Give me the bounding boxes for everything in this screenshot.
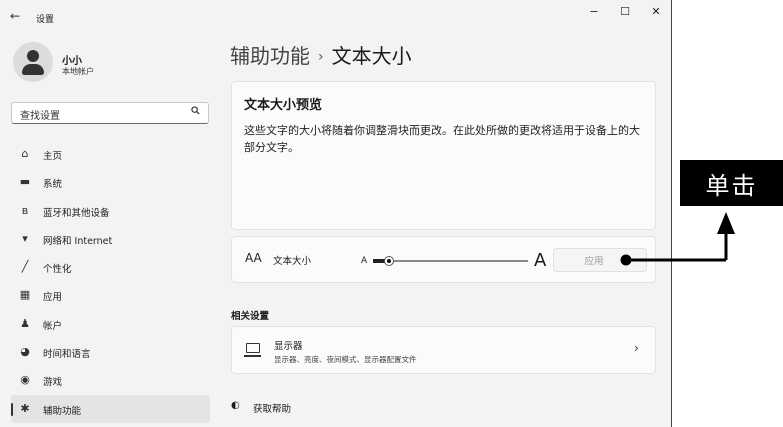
home-icon: ⌂ [21, 147, 29, 160]
settings-window: ← 设置 − ☐ ✕ 小小 本地帐户 查找设置 ⌂ 主页 ▬ 系统 ʙ 蓝牙和其… [0, 0, 672, 427]
monitor-icon: ▬ [19, 175, 31, 189]
apply-button[interactable]: 应用 [553, 248, 647, 272]
sidebar-nav: ⌂ 主页 ▬ 系统 ʙ 蓝牙和其他设备 ▾ 网络和 Internet ╱ 个性化… [11, 140, 210, 423]
small-a-label: A [361, 256, 368, 266]
text-size-label: 文本大小 [273, 256, 312, 267]
accessibility-icon: ✱ [20, 401, 30, 415]
sidebar-item-label: 时间和语言 [43, 349, 91, 361]
app-title: 设置 [36, 15, 55, 25]
preview-heading: 文本大小预览 [244, 98, 323, 113]
sidebar-item-accessibility[interactable]: ✱ 辅助功能 [11, 394, 210, 423]
display-subtitle: 显示器、亮度、夜间模式、显示器配置文件 [274, 355, 417, 364]
breadcrumb: 辅助功能 › 文本大小 [230, 40, 412, 69]
arrow-head-icon [717, 212, 735, 234]
sidebar-item-time-language[interactable]: ◕ 时间和语言 [11, 338, 210, 366]
sidebar-item-label: 蓝牙和其他设备 [43, 207, 110, 219]
apply-button-label: 应用 [584, 256, 604, 267]
sidebar-item-label: 游戏 [43, 377, 63, 389]
sidebar-item-label: 网络和 Internet [43, 235, 113, 247]
gamepad-icon: ◉ [20, 373, 30, 387]
text-size-slider-thumb[interactable] [383, 256, 394, 266]
sidebar-item-network[interactable]: ▾ 网络和 Internet [11, 225, 210, 253]
minimize-button[interactable]: − [582, 5, 606, 18]
get-help-label: 获取帮助 [253, 404, 292, 415]
title-bar: ← 设置 − ☐ ✕ [0, 0, 671, 34]
avatar-body-icon [22, 64, 44, 75]
wifi-icon: ▾ [22, 231, 28, 245]
display-icon-base [244, 355, 261, 357]
pen-icon: ╱ [21, 260, 29, 274]
search-placeholder: 查找设置 [20, 111, 60, 122]
display-settings-row[interactable]: 显示器 显示器、亮度、夜间模式、显示器配置文件 › [231, 326, 656, 374]
click-callout-box: 单击 [680, 160, 783, 206]
chevron-right-icon: › [318, 49, 324, 65]
globe-icon: ◕ [20, 345, 30, 359]
slider-thumb-dot [386, 259, 391, 263]
breadcrumb-parent[interactable]: 辅助功能 [230, 44, 310, 68]
sidebar-item-label: 辅助功能 [43, 405, 82, 417]
text-size-slider-track[interactable] [373, 259, 528, 263]
sidebar-item-accounts[interactable]: ♟ 帐户 [11, 310, 210, 338]
display-title: 显示器 [274, 341, 303, 352]
chevron-right-icon: › [634, 341, 639, 355]
large-a-label: A [534, 250, 547, 271]
bluetooth-icon: ʙ [21, 203, 29, 217]
account-type: 本地帐户 [62, 67, 94, 76]
callout-text: 单击 [705, 172, 758, 200]
avatar-head-icon [27, 50, 39, 62]
sidebar-item-apps[interactable]: ▦ 应用 [11, 281, 210, 309]
avatar[interactable] [13, 42, 53, 82]
sidebar-item-personalization[interactable]: ╱ 个性化 [11, 253, 210, 281]
sidebar-item-label: 个性化 [43, 264, 72, 276]
text-size-icon: AA [245, 251, 262, 265]
sidebar-item-system[interactable]: ▬ 系统 [11, 168, 210, 196]
sidebar-item-label: 应用 [43, 292, 63, 304]
sidebar-item-label: 系统 [43, 179, 63, 191]
account-name: 小小 [62, 56, 82, 67]
person-icon: ♟ [20, 316, 30, 330]
search-input[interactable]: 查找设置 [11, 102, 209, 124]
apps-icon: ▦ [19, 288, 31, 302]
related-settings-heading: 相关设置 [231, 311, 270, 322]
close-button[interactable]: ✕ [644, 5, 668, 18]
sidebar-item-bluetooth[interactable]: ʙ 蓝牙和其他设备 [11, 197, 210, 225]
help-icon: ◐ [231, 400, 240, 411]
sidebar-item-label: 主页 [43, 151, 63, 162]
maximize-button[interactable]: ☐ [613, 5, 637, 18]
sidebar-item-label: 帐户 [43, 320, 63, 332]
page-title: 文本大小 [331, 44, 412, 68]
display-icon [246, 343, 260, 353]
text-preview-card: 文本大小预览 这些文字的大小将随着你调整滑块而更改。在此处所做的更改将适用于设备… [231, 81, 656, 230]
selection-indicator [11, 402, 13, 416]
text-size-card: AA 文本大小 A A 应用 [231, 236, 656, 283]
sidebar-item-gaming[interactable]: ◉ 游戏 [11, 366, 210, 394]
search-icon [191, 106, 200, 118]
preview-body: 这些文字的大小将随着你调整滑块而更改。在此处所做的更改将适用于设备上的大部分文字… [244, 124, 640, 154]
sidebar-item-home[interactable]: ⌂ 主页 [11, 140, 210, 168]
back-arrow-icon[interactable]: ← [10, 9, 20, 23]
